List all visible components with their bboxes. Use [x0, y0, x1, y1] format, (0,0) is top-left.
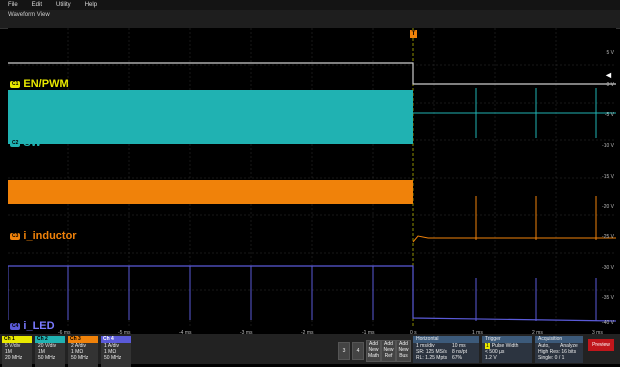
- add-bus-button[interactable]: Add New Bus: [396, 340, 411, 362]
- ch3-settings[interactable]: Ch 3 2 A/div 1 MΩ 50 MHz: [68, 336, 98, 367]
- trigger-position: 67%: [452, 355, 463, 361]
- y-label: 0 V: [606, 82, 614, 88]
- y-label: -25 V: [602, 234, 614, 240]
- ch2-bandwidth: 50 MHz: [38, 355, 56, 361]
- ch2-label[interactable]: C2 SW: [10, 137, 41, 149]
- waveform-plot[interactable]: [8, 28, 616, 328]
- ch1-settings[interactable]: Ch 1 5 V/div 1M 20 MHz: [2, 336, 32, 367]
- y-label: -10 V: [602, 143, 614, 149]
- menu-help[interactable]: Help: [85, 2, 97, 8]
- trigger-title: Trigger: [482, 336, 532, 343]
- ch4-badge: C4: [10, 322, 21, 330]
- ch2-badge: C2: [10, 139, 21, 147]
- ch1-badge: C1: [10, 80, 21, 88]
- ch1-settings-title: Ch 1: [2, 336, 32, 343]
- menu-edit[interactable]: Edit: [32, 2, 42, 8]
- add-math-button[interactable]: Add New Math: [366, 340, 381, 362]
- acquisition-single: Single: 0 / 1: [538, 355, 565, 361]
- ch3-bandwidth: 50 MHz: [71, 355, 89, 361]
- acquisition-title: Acquisition: [535, 336, 583, 343]
- trigger-level-icon[interactable]: ◄: [604, 70, 613, 80]
- trigger-panel[interactable]: Trigger 1 Pulse Width < 500 µs 1.2 V: [482, 336, 532, 363]
- add-ref-button[interactable]: Add New Ref: [381, 340, 396, 362]
- ch1-bandwidth: 20 MHz: [5, 355, 23, 361]
- ch3-label[interactable]: C3 i_inductor: [10, 230, 77, 242]
- ch3-settings-title: Ch 3: [68, 336, 98, 343]
- menu-utility[interactable]: Utility: [56, 2, 71, 8]
- trigger-marker[interactable]: T: [410, 30, 417, 38]
- preview-button[interactable]: Preview: [588, 339, 614, 351]
- y-label: -20 V: [602, 204, 614, 210]
- ch2-name: SW: [23, 137, 42, 149]
- ch1-name: EN/PWM: [23, 78, 69, 90]
- ch1-label[interactable]: C1 EN/PWM: [10, 78, 69, 90]
- y-label: -5 V: [604, 112, 614, 118]
- ch4-settings[interactable]: Ch 4 1 A/div 1 MΩ 50 MHz: [101, 336, 131, 367]
- record-length: RL: 1.25 Mpts: [416, 355, 448, 361]
- channel-3-button[interactable]: 3: [338, 342, 350, 360]
- y-label: -15 V: [602, 174, 614, 180]
- view-header: [0, 10, 620, 29]
- y-label: 5 V: [606, 50, 614, 56]
- menu-file[interactable]: File: [8, 2, 18, 8]
- ch4-bandwidth: 50 MHz: [104, 355, 122, 361]
- horizontal-title: Horizontal: [413, 336, 479, 343]
- ch4-label[interactable]: C4 i_LED: [10, 320, 55, 332]
- ch3-name: i_inductor: [23, 230, 77, 242]
- y-label: -30 V: [602, 265, 614, 271]
- y-label: -35 V: [602, 295, 614, 301]
- horizontal-panel[interactable]: Horizontal 1 ms/div 10 ms SR: 125 MS/s 8 n…: [413, 336, 479, 363]
- menu-bar: File Edit Utility Help: [0, 0, 620, 10]
- y-label: -40 V: [602, 320, 614, 326]
- channel-4-button[interactable]: 4: [352, 342, 364, 360]
- ch4-settings-title: Ch 4: [101, 336, 131, 343]
- waveform-svg: [8, 28, 616, 328]
- acquisition-panel[interactable]: Acquisition Auto, Analyze High Res: 16 bi…: [535, 336, 583, 363]
- ch3-badge: C3: [10, 232, 21, 240]
- trigger-level: 1.2 V: [485, 355, 497, 361]
- ch2-settings[interactable]: Ch 2 20 V/div 1M 50 MHz: [35, 336, 65, 367]
- ch2-settings-title: Ch 2: [35, 336, 65, 343]
- view-title: Waveform View: [8, 12, 50, 18]
- ch4-name: i_LED: [23, 320, 55, 332]
